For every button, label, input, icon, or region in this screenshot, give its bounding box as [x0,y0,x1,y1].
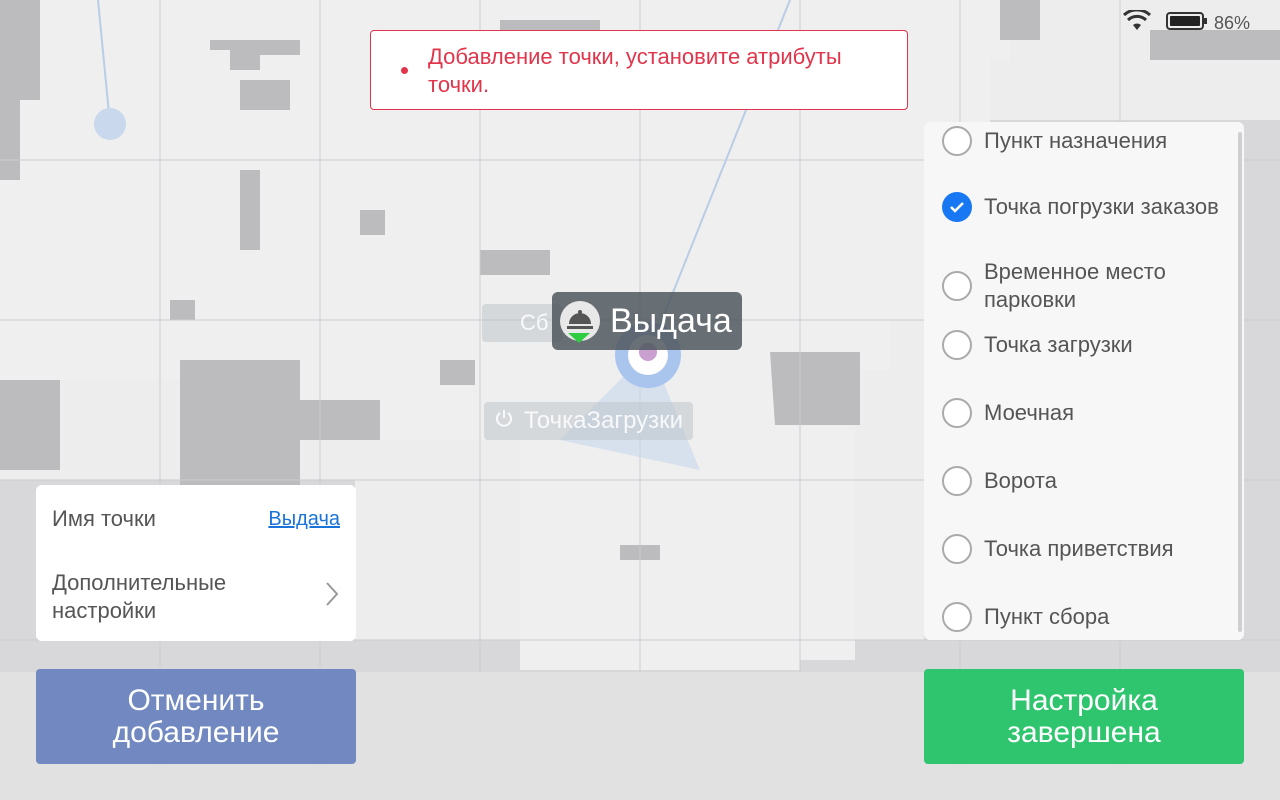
error-dot-icon [401,67,408,74]
battery-indicator: 86% [1165,11,1250,36]
toast-message: Добавление точки, установите атрибуты то… [370,30,908,110]
point-type-label: Точка погрузки заказов [984,194,1219,219]
point-type-option[interactable]: Пункт назначения [942,126,1222,156]
radio-icon[interactable] [942,271,972,301]
toast-text: Добавление точки, установите атрибуты то… [428,44,842,97]
point-type-option[interactable]: Точка загрузки [942,330,1222,360]
point-type-option[interactable]: Временное место парковки [942,258,1222,314]
map-point-label-text: ТочкаЗагрузки [524,407,684,434]
radio-icon[interactable] [942,534,972,564]
map-point-label-loading[interactable]: ТочкаЗагрузки [484,402,694,440]
food-cover-icon [560,301,600,343]
power-icon [494,407,514,435]
status-bar: 86% [1122,8,1250,37]
point-type-label: Моечная [984,400,1075,425]
point-type-label: Ворота [984,468,1057,493]
point-type-label: Точка загрузки [984,332,1133,357]
chevron-right-icon [324,581,340,614]
point-name-label: Имя точки [52,506,156,531]
radio-checked-icon[interactable] [942,192,972,222]
point-name-row[interactable]: Имя точки Выдача [52,485,340,553]
point-type-option[interactable]: Точка погрузки заказов [942,192,1222,222]
radio-icon[interactable] [942,602,972,632]
advanced-settings-label: Дополнительные настройки [52,570,227,623]
point-type-option[interactable]: Ворота [942,466,1222,496]
point-type-label: Пункт назначения [984,128,1168,153]
cancel-add-button[interactable]: Отменить добавление [36,669,356,764]
point-info-card: Имя точки Выдача Дополнительные настройк… [36,485,356,641]
wifi-icon [1122,8,1152,37]
selected-point-label[interactable]: Выдача [552,292,742,350]
battery-percent: 86% [1213,13,1250,33]
selected-point-name: Выдача [610,301,732,340]
scrollbar[interactable] [1238,132,1242,632]
point-type-list[interactable]: Пункт назначения Точка погрузки заказов Вр… [924,122,1244,640]
point-type-label: Временное место парковки [984,259,1166,312]
radio-icon[interactable] [942,398,972,428]
radio-icon[interactable] [942,330,972,360]
map-point-label-secondary[interactable]: Сб [482,304,562,342]
radio-icon[interactable] [942,126,972,156]
finish-setup-label: Настройка завершена [1007,683,1161,749]
point-type-option[interactable]: Моечная [942,398,1222,428]
point-type-option[interactable]: Точка приветствия [942,534,1222,564]
battery-icon [1165,11,1208,36]
point-name-link[interactable]: Выдача [268,508,340,531]
point-type-label: Точка приветствия [984,536,1174,561]
finish-setup-button[interactable]: Настройка завершена [924,669,1244,764]
point-type-label: Пункт сбора [984,604,1110,629]
cancel-add-label: Отменить добавление [112,683,280,749]
point-type-option[interactable]: Пункт сбора [942,602,1222,632]
map-point-label-text: Сб [520,310,549,335]
advanced-settings-row[interactable]: Дополнительные настройки [52,553,340,641]
radio-icon[interactable] [942,466,972,496]
